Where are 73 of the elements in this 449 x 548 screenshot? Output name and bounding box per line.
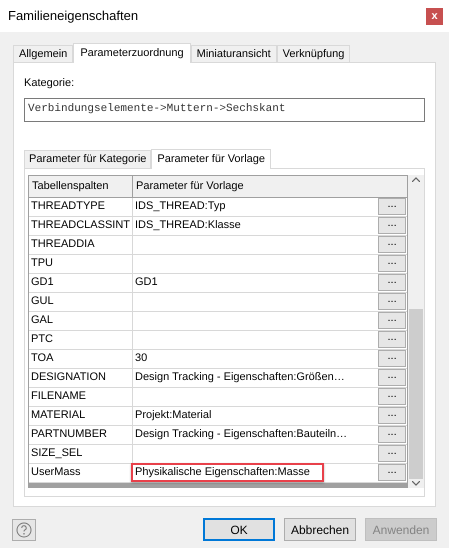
table-row[interactable]: PTC ... (29, 330, 408, 350)
scroll-down-icon[interactable] (412, 480, 420, 486)
browse-button[interactable]: ... (378, 255, 406, 272)
tab[interactable]: Allgemein (13, 45, 74, 62)
tab[interactable]: Parameter für Vorlage (151, 148, 272, 168)
browse-button[interactable]: ... (378, 312, 406, 329)
table-row[interactable]: SIZE_SEL ... (29, 444, 408, 464)
column-header[interactable]: Tabellenspalten (29, 176, 133, 196)
table-cell: THREADTYPE (29, 198, 133, 216)
table-cell-text: IDS_THREAD:Klasse (135, 218, 241, 234)
tab[interactable]: Parameterzuordnung (73, 43, 191, 63)
table-cell: THREADCLASSINT (29, 216, 133, 234)
table-cell: THREADDIA (29, 236, 133, 254)
category-field[interactable]: Verbindungselemente->Muttern->Sechskant (24, 98, 425, 122)
table-row[interactable]: TOA 30 ... (29, 350, 408, 368)
table-cell-text: Design Tracking - Eigenschaften:Bauteiln… (135, 427, 348, 442)
table-cell-text: GD1 (135, 275, 158, 290)
dialog-button[interactable]: Abbrechen (284, 518, 356, 541)
table-row[interactable]: MATERIAL Projekt:Material ... (29, 406, 408, 426)
tab[interactable]: Verknüpfung (276, 45, 350, 62)
table-cell: TPU (29, 254, 133, 272)
table-cell: TOA (29, 350, 133, 368)
table-cell: SIZE_SEL (29, 444, 133, 462)
table-row[interactable]: FILENAME ... (29, 388, 408, 406)
dialog-button[interactable]: OK (203, 518, 275, 541)
highlighted-cell: Physikalische Eigenschaften:Masse (131, 463, 324, 482)
browse-button[interactable]: ... (378, 236, 406, 253)
table-cell: GD1 (29, 274, 133, 292)
table-row[interactable]: THREADDIA ... (29, 236, 408, 254)
browse-button[interactable]: ... (378, 388, 406, 405)
table-cell: UserMass (29, 464, 133, 482)
close-button[interactable]: x (426, 8, 443, 24)
table-row[interactable]: UserMass Physikalische Eigenschaften:Masse ... (29, 464, 408, 482)
help-icon (16, 522, 32, 538)
browse-button[interactable]: ... (378, 445, 406, 462)
table-row[interactable]: DESIGNATION Design Tracking - Eigenschaften:Größen… ... (29, 368, 408, 388)
browse-button[interactable]: ... (378, 407, 406, 424)
table-cell-text: IDS_THREAD:Typ (135, 199, 226, 214)
browse-button[interactable]: ... (378, 464, 406, 481)
scrollbar[interactable] (408, 174, 424, 488)
browse-button[interactable]: ... (378, 274, 406, 291)
table-cell: MATERIAL (29, 406, 133, 424)
table-cell: PTC (29, 330, 133, 348)
table-cell: GUL (29, 292, 133, 310)
browse-button[interactable]: ... (378, 198, 406, 215)
browse-button[interactable]: ... (378, 293, 406, 310)
table-cell-text: 30 (135, 351, 148, 366)
table-row[interactable]: GUL ... (29, 292, 408, 312)
category-label: Kategorie: (24, 76, 76, 91)
table-row[interactable]: GD1 GD1 ... (29, 274, 408, 292)
table-row[interactable]: GAL ... (29, 312, 408, 330)
browse-button[interactable]: ... (378, 369, 406, 386)
table-row[interactable]: TPU ... (29, 254, 408, 274)
table-cell: GAL (29, 312, 133, 330)
browse-button[interactable]: ... (378, 350, 406, 367)
browse-button[interactable]: ... (378, 426, 406, 443)
scroll-up-icon[interactable] (412, 176, 420, 182)
table-cell: DESIGNATION (29, 368, 133, 386)
column-header[interactable]: Parameter für Vorlage (133, 176, 408, 196)
table-cell-text: Projekt:Material (135, 408, 212, 424)
tab[interactable]: Parameter für Kategorie (24, 150, 152, 168)
browse-button[interactable]: ... (378, 331, 406, 348)
table-cell: FILENAME (29, 388, 133, 406)
table-row[interactable]: THREADCLASSINT IDS_THREAD:Klasse ... (29, 216, 408, 236)
scroll-thumb[interactable] (409, 308, 423, 478)
table-cell-text: Design Tracking - Eigenschaften:Größen… (135, 370, 345, 386)
table-row[interactable]: THREADTYPE IDS_THREAD:Typ ... (29, 198, 408, 216)
browse-button[interactable]: ... (378, 217, 406, 234)
table-row[interactable]: PARTNUMBER Design Tracking - Eigenschaften:Bauteiln… ... (29, 426, 408, 444)
table-cell: PARTNUMBER (29, 426, 133, 444)
tab[interactable]: Miniaturansicht (190, 45, 277, 62)
help-button[interactable] (12, 518, 36, 540)
window-title: Familieneigenschaften (8, 7, 138, 26)
